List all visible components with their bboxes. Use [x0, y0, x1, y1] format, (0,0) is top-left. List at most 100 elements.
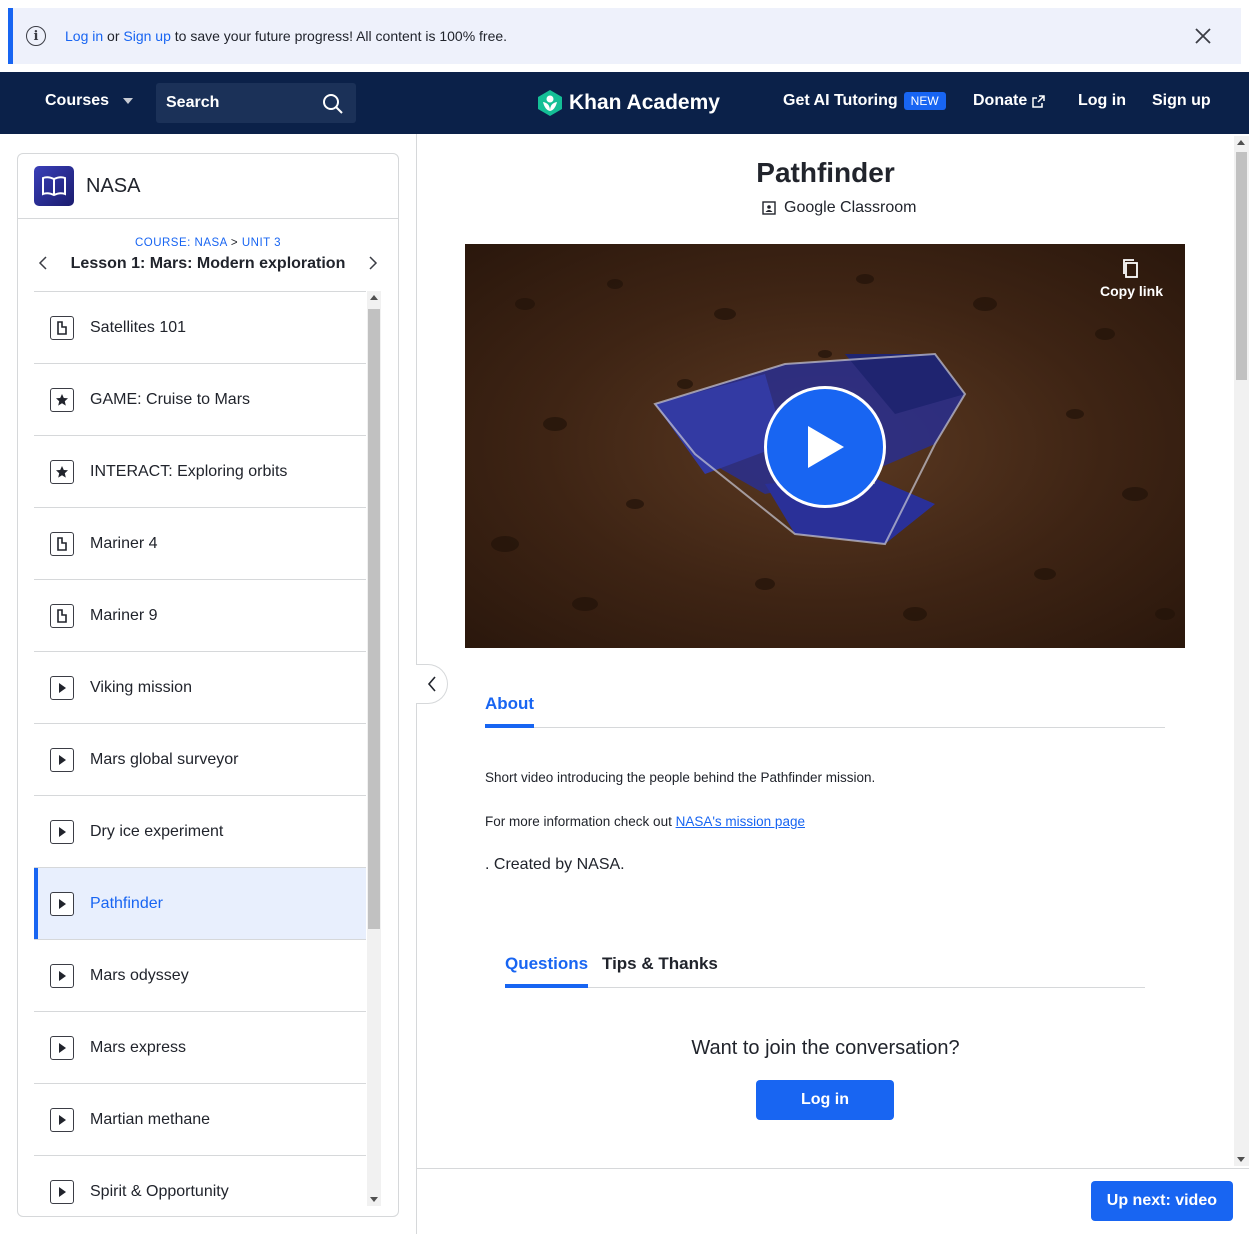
- play-button[interactable]: [764, 386, 886, 508]
- about-tab-bar: About: [485, 688, 1165, 728]
- more-info-prefix: For more information check out: [485, 814, 676, 829]
- main-content: Pathfinder Google Classroom Copy link Ab…: [416, 134, 1249, 1234]
- login-banner: i Log in or Sign up to save your future …: [8, 8, 1241, 64]
- scrollbar-thumb[interactable]: [368, 309, 380, 929]
- video-icon: [50, 963, 74, 988]
- list-item-label: Mariner 4: [90, 534, 158, 552]
- article-icon: [50, 531, 74, 556]
- list-item[interactable]: Satellites 101: [34, 292, 366, 364]
- banner-message-rest: to save your future progress! All conten…: [170, 28, 508, 44]
- about-description: Short video introducing the people behin…: [485, 770, 876, 785]
- sidebar-scrollbar[interactable]: [367, 291, 381, 1206]
- donate-link[interactable]: Donate: [973, 92, 1045, 110]
- video-icon: [50, 819, 74, 844]
- list-item[interactable]: Mars express: [34, 1012, 366, 1084]
- nav-login-link[interactable]: Log in: [1078, 92, 1126, 110]
- search-icon[interactable]: [322, 93, 344, 115]
- list-item-label: GAME: Cruise to Mars: [90, 390, 251, 408]
- video-icon: [50, 1035, 74, 1060]
- banner-or-text: or: [103, 28, 124, 44]
- chevron-down-icon: [123, 98, 134, 104]
- breadcrumb-unit[interactable]: UNIT 3: [242, 237, 281, 249]
- breadcrumb-separator: >: [227, 237, 242, 249]
- google-classroom-button[interactable]: Google Classroom: [762, 199, 917, 217]
- courses-label: Courses: [45, 92, 110, 109]
- lesson-title: Lesson 1: Mars: Modern exploration: [70, 255, 346, 272]
- list-item-label: Dry ice experiment: [90, 822, 224, 840]
- tab-questions[interactable]: Questions: [505, 954, 589, 988]
- list-item-active[interactable]: Pathfinder: [34, 868, 366, 940]
- collapse-sidebar-button[interactable]: [416, 664, 448, 704]
- new-badge: NEW: [903, 92, 946, 110]
- google-classroom-icon: [762, 201, 776, 215]
- up-next-button[interactable]: Up next: video: [1090, 1181, 1233, 1221]
- copy-link-button[interactable]: Copy link: [1100, 258, 1163, 299]
- bottom-bar: Up next: video: [417, 1168, 1249, 1234]
- list-item[interactable]: Viking mission: [34, 652, 366, 724]
- list-item[interactable]: INTERACT: Exploring orbits: [34, 436, 366, 508]
- copy-link-label: Copy link: [1099, 283, 1163, 299]
- search-input[interactable]: [166, 94, 316, 112]
- video-icon: [50, 891, 74, 916]
- more-info-line: For more information check out NASA's mi…: [485, 814, 805, 829]
- close-icon[interactable]: [1191, 24, 1215, 48]
- ai-tutoring-link[interactable]: Get AI Tutoring NEW: [783, 92, 946, 110]
- list-item-label: Mars express: [90, 1038, 187, 1056]
- chevron-right-icon[interactable]: [368, 255, 378, 271]
- list-item[interactable]: Mariner 9: [34, 580, 366, 652]
- discussion-tab-bar: Questions Tips & Thanks: [505, 948, 1145, 988]
- list-item-label: Martian methane: [90, 1110, 211, 1128]
- star-icon: [50, 387, 74, 412]
- tab-about[interactable]: About: [485, 694, 535, 728]
- scrollbar-thumb[interactable]: [1236, 152, 1247, 380]
- play-icon: [808, 426, 844, 468]
- top-navigation: Courses Khan Academy Get AI Tutoring NEW…: [0, 72, 1249, 134]
- scroll-up-arrow-icon[interactable]: [370, 295, 378, 300]
- lesson-navigation: COURSE: NASA > UNIT 3 Lesson 1: Mars: Mo…: [18, 219, 398, 291]
- list-item[interactable]: Mars odyssey: [34, 940, 366, 1012]
- page-title: Pathfinder: [756, 157, 895, 188]
- tab-tips-thanks[interactable]: Tips & Thanks: [602, 954, 718, 974]
- scroll-down-arrow-icon[interactable]: [1237, 1157, 1245, 1162]
- video-player[interactable]: Copy link: [465, 244, 1185, 648]
- list-item[interactable]: Martian methane: [34, 1084, 366, 1156]
- external-link-icon: [1032, 94, 1045, 108]
- list-item[interactable]: Dry ice experiment: [34, 796, 366, 868]
- google-classroom-label: Google Classroom: [784, 199, 917, 216]
- list-item[interactable]: Mariner 4: [34, 508, 366, 580]
- list-item[interactable]: Mars global surveyor: [34, 724, 366, 796]
- video-icon: [50, 1107, 74, 1132]
- scroll-up-arrow-icon[interactable]: [1237, 140, 1245, 145]
- banner-login-link[interactable]: Log in: [65, 28, 103, 44]
- video-icon: [50, 675, 74, 700]
- list-item-label: Spirit & Opportunity: [90, 1182, 229, 1200]
- list-item[interactable]: Spirit & Opportunity: [34, 1156, 366, 1206]
- breadcrumb-course[interactable]: COURSE: NASA: [135, 237, 227, 249]
- created-by: . Created by NASA.: [485, 856, 625, 873]
- scroll-down-arrow-icon[interactable]: [370, 1197, 378, 1202]
- nasa-mission-page-link[interactable]: NASA's mission page: [676, 814, 805, 829]
- copy-icon: [1123, 259, 1139, 278]
- khan-academy-logo[interactable]: Khan Academy: [537, 89, 720, 117]
- list-item-label: Pathfinder: [90, 894, 163, 912]
- khan-logo-icon: [538, 90, 562, 116]
- search-box[interactable]: [156, 83, 356, 123]
- list-item-label: INTERACT: Exploring orbits: [90, 462, 288, 480]
- banner-message: Log in or Sign up to save your future pr…: [65, 28, 507, 44]
- info-icon: i: [26, 26, 46, 46]
- sidebar-header[interactable]: NASA: [18, 154, 398, 219]
- video-icon: [50, 747, 74, 772]
- main-scrollbar[interactable]: [1234, 136, 1249, 1166]
- courses-menu[interactable]: Courses: [45, 92, 134, 110]
- list-item-label: Viking mission: [90, 678, 192, 696]
- course-book-icon: [34, 166, 74, 206]
- chevron-left-icon: [427, 676, 436, 692]
- list-item[interactable]: GAME: Cruise to Mars: [34, 364, 366, 436]
- course-sidebar: NASA COURSE: NASA > UNIT 3 Lesson 1: Mar…: [17, 153, 399, 1217]
- nav-signup-link[interactable]: Sign up: [1152, 92, 1211, 110]
- lesson-item-list: Satellites 101 GAME: Cruise to Mars INTE…: [34, 291, 366, 1206]
- article-icon: [50, 603, 74, 628]
- join-login-button[interactable]: Log in: [756, 1080, 894, 1120]
- banner-signup-link[interactable]: Sign up: [123, 28, 170, 44]
- breadcrumb: COURSE: NASA > UNIT 3: [18, 237, 398, 249]
